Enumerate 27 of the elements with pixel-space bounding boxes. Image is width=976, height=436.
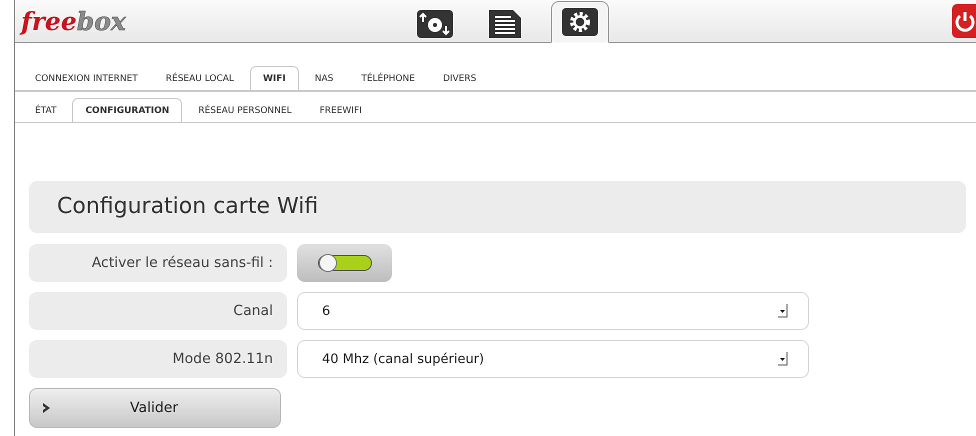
settings-icon[interactable] <box>562 8 598 36</box>
sub-tab[interactable]: CONFIGURATION <box>72 98 182 122</box>
nav-tab[interactable]: WIFI <box>250 66 299 90</box>
nav-tab[interactable]: NAS <box>302 68 346 90</box>
sub-tab[interactable]: RÉSEAU PERSONNEL <box>186 100 304 122</box>
power-button[interactable] <box>952 4 976 38</box>
field-label: Canal <box>29 292 287 330</box>
nav-tab[interactable]: TÉLÉPHONE <box>349 68 427 90</box>
chevron-icon <box>42 402 52 414</box>
nav-tab[interactable]: RÉSEAU LOCAL <box>154 68 246 90</box>
nav-tab[interactable]: DIVERS <box>430 68 488 90</box>
dropdown-caret-icon[interactable] <box>778 352 788 366</box>
panel-title: Configuration carte Wifi <box>29 181 966 233</box>
nav-tab[interactable]: CONNEXION INTERNET <box>23 68 150 90</box>
select-field[interactable]: 40 Mhz (canal supérieur) <box>297 340 809 378</box>
disk-transfer-icon[interactable] <box>417 10 453 38</box>
dropdown-caret-icon[interactable] <box>778 304 788 318</box>
document-list-icon[interactable] <box>487 10 523 38</box>
submit-button[interactable]: Valider <box>29 388 281 428</box>
toggle-switch[interactable] <box>297 244 392 282</box>
toolbar-tab[interactable] <box>551 1 609 43</box>
field-label: Mode 802.11n <box>29 340 287 378</box>
sub-tab[interactable]: FREEWIFI <box>308 100 374 122</box>
sub-tab[interactable]: ÉTAT <box>23 100 68 122</box>
select-field[interactable]: 6 <box>297 292 809 330</box>
logo: freebox <box>18 6 127 36</box>
field-label: Activer le réseau sans-fil : <box>29 244 287 282</box>
